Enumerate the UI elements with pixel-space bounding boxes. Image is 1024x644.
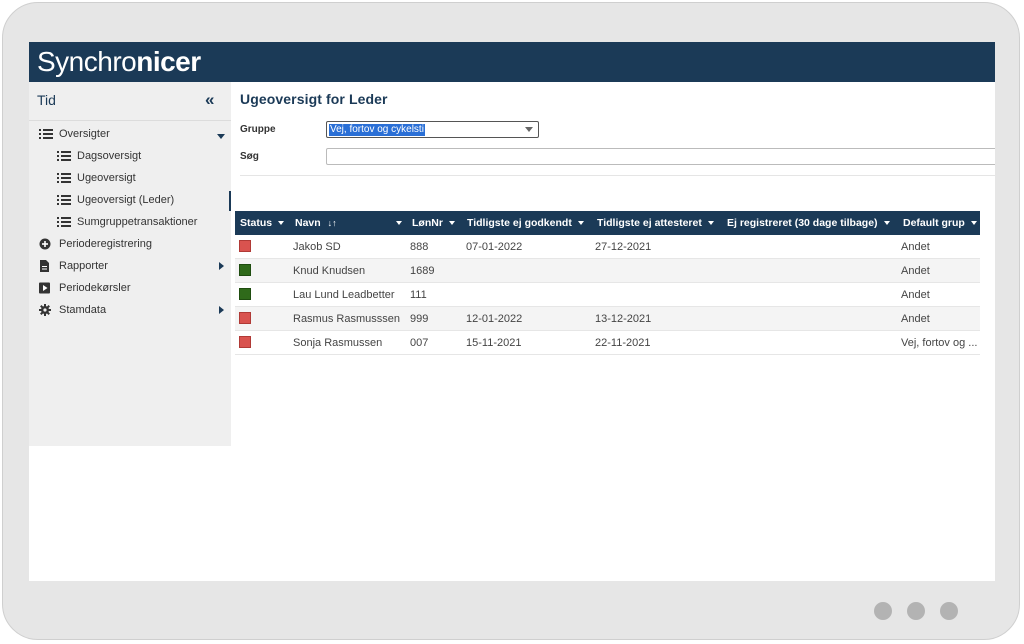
cell-ej-attesteret: 13-12-2021 <box>595 313 652 325</box>
group-select-value: Vej, fortov og cykelsti <box>329 124 425 136</box>
list-icon <box>57 217 71 227</box>
cell-lonnr: 007 <box>410 337 429 349</box>
cell-ej-godkendt: 07-01-2022 <box>466 241 523 253</box>
sidebar-item-rapporter[interactable]: Rapporter <box>39 255 229 277</box>
play-icon <box>39 282 50 294</box>
chevron-down-icon <box>525 127 533 132</box>
cell-navn: Sonja Rasmussen <box>293 337 383 349</box>
status-indicator-red <box>239 240 251 252</box>
cell-default-gruppe: Vej, fortov og ... <box>901 337 978 349</box>
dropdown-icon <box>278 221 285 226</box>
status-indicator-red <box>239 336 251 348</box>
status-indicator-green <box>239 264 251 276</box>
sidebar-item-label: Sumgruppetransaktioner <box>77 216 198 228</box>
column-header-status[interactable]: Status <box>240 211 285 235</box>
gear-icon <box>39 304 51 316</box>
sidebar-header: Tid « <box>29 82 231 121</box>
sidebar-item-label: Oversigter <box>59 128 110 140</box>
sidebar-item-perioderegistrering[interactable]: Perioderegistrering <box>39 233 229 255</box>
cell-ej-attesteret: 22-11-2021 <box>595 337 651 349</box>
collapse-sidebar-icon[interactable]: « <box>205 90 214 110</box>
column-header-ej-registreret[interactable]: Ej registreret (30 dage tilbage) <box>727 211 890 235</box>
sidebar-item-label: Dagsoversigt <box>77 150 142 162</box>
table-row[interactable]: Sonja Rasmussen 007 15-11-2021 22-11-202… <box>235 331 980 355</box>
sidebar-item-label: Ugeoversigt <box>77 172 136 184</box>
page-title: Ugeoversigt for Leder <box>240 91 388 107</box>
device-dot <box>907 602 925 620</box>
caret-right-icon <box>219 306 224 314</box>
cell-ej-godkendt: 15-11-2021 <box>466 337 522 349</box>
device-dot <box>940 602 958 620</box>
sort-icon: ↓↑ <box>327 218 337 228</box>
table-row[interactable]: Jakob SD 888 07-01-2022 27-12-2021 Andet <box>235 235 980 259</box>
dropdown-icon <box>577 221 584 226</box>
cell-lonnr: 999 <box>410 313 429 325</box>
list-icon <box>57 195 71 205</box>
sidebar-item-label: Periodekørsler <box>59 282 131 294</box>
cell-ej-attesteret: 27-12-2021 <box>595 241 652 253</box>
document-icon <box>40 260 49 272</box>
dropdown-icon <box>396 221 402 225</box>
plus-circle-icon <box>39 238 51 250</box>
dropdown-icon <box>883 221 890 226</box>
column-header-default-gruppe[interactable]: Default grup <box>903 211 977 235</box>
column-header-tidligste-ej-godkendt[interactable]: Tidligste ej godkendt <box>467 211 584 235</box>
dropdown-icon <box>707 221 714 226</box>
cell-navn: Rasmus Rasmusssen <box>293 313 400 325</box>
list-icon <box>39 129 53 139</box>
group-select[interactable]: Vej, fortov og cykelsti <box>326 121 539 138</box>
cell-lonnr: 1689 <box>410 265 435 277</box>
sidebar-item-label: Stamdata <box>59 304 107 316</box>
table-row[interactable]: Knud Knudsen 1689 Andet <box>235 259 980 283</box>
active-indicator <box>229 191 231 211</box>
status-indicator-green <box>239 288 251 300</box>
sidebar-item-ugeoversigt-leder[interactable]: Ugeoversigt (Leder) <box>57 189 227 211</box>
divider <box>240 175 995 176</box>
status-indicator-red <box>239 312 251 324</box>
caret-right-icon <box>219 262 224 270</box>
table-row[interactable]: Rasmus Rasmusssen 999 12-01-2022 13-12-2… <box>235 307 980 331</box>
sidebar-item-ugeoversigt[interactable]: Ugeoversigt <box>57 167 227 189</box>
cell-default-gruppe: Andet <box>901 313 930 325</box>
table-row[interactable]: Lau Lund Leadbetter 111 Andet <box>235 283 980 307</box>
sidebar-item-oversigter[interactable]: Oversigter <box>39 123 229 145</box>
table-header: Status Navn ↓↑ LønNr Tidligste ej godken… <box>235 211 980 235</box>
list-icon <box>57 173 71 183</box>
sidebar-item-periodekorsler[interactable]: Periodekørsler <box>39 277 229 299</box>
app-screen: Synchronicer Tid « Oversigter Dagsoversi… <box>29 42 995 581</box>
cell-default-gruppe: Andet <box>901 289 930 301</box>
cell-navn: Jakob SD <box>293 241 341 253</box>
sidebar-item-label: Ugeoversigt (Leder) <box>77 194 175 206</box>
sidebar-item-dagsoversigt[interactable]: Dagsoversigt <box>57 145 227 167</box>
search-label: Søg <box>240 151 259 162</box>
list-icon <box>57 151 71 161</box>
sidebar-item-sumgruppetransaktioner[interactable]: Sumgruppetransaktioner <box>57 211 231 233</box>
dropdown-icon <box>970 221 977 226</box>
sidebar-item-label: Rapporter <box>59 260 108 272</box>
cell-lonnr: 888 <box>410 241 429 253</box>
app-logo[interactable]: Synchronicer <box>37 44 201 80</box>
dropdown-icon <box>448 221 455 226</box>
column-header-navn[interactable]: Navn ↓↑ <box>295 211 407 235</box>
cell-navn: Knud Knudsen <box>293 265 366 277</box>
device-dot <box>874 602 892 620</box>
search-input[interactable] <box>326 148 995 165</box>
column-header-tidligste-ej-attesteret[interactable]: Tidligste ej attesteret <box>597 211 714 235</box>
sidebar-title: Tid <box>37 92 56 108</box>
sidebar: Tid « Oversigter Dagsoversigt Ugeoversig… <box>29 82 231 446</box>
top-bar: Synchronicer <box>29 42 995 82</box>
caret-down-icon <box>217 134 225 139</box>
sidebar-item-stamdata[interactable]: Stamdata <box>39 299 229 321</box>
cell-lonnr: 111 <box>410 289 427 301</box>
cell-default-gruppe: Andet <box>901 265 930 277</box>
column-header-lonnr[interactable]: LønNr <box>412 211 455 235</box>
cell-default-gruppe: Andet <box>901 241 930 253</box>
sidebar-item-label: Perioderegistrering <box>59 238 152 250</box>
cell-navn: Lau Lund Leadbetter <box>293 289 395 301</box>
group-label: Gruppe <box>240 124 276 135</box>
cell-ej-godkendt: 12-01-2022 <box>466 313 523 325</box>
